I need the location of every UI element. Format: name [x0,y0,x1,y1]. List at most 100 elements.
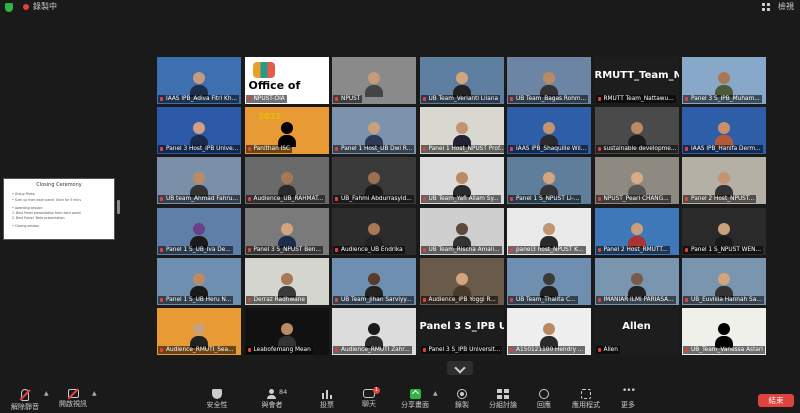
participant-video-tile[interactable]: UB_Euvillia Hannah Sa... [682,257,766,305]
participant-video-tile[interactable]: Panel 3 S_NPUST Ben... [244,207,329,255]
participant-video-tile[interactable]: Office of NPUST-OIA [244,57,329,104]
unmute-button[interactable]: 解除靜音 [0,387,50,412]
participant-video-tile[interactable]: UB_Team_Vanessa Astari [682,308,766,355]
security-button[interactable]: 安全性 [192,387,242,410]
participant-name-tag: panel3 host_NPUST K... [508,245,586,254]
participant-video-tile[interactable]: UB Team_Yafi Allam Sy... [419,157,504,205]
security-shield-icon[interactable] [5,3,13,12]
more-icon [622,386,635,399]
virtual-background-year: 2021 [258,112,281,122]
shared-screen-thumbnail[interactable]: Closing Ceremony • Group Photo • Sum up … [3,178,115,240]
participant-name-tag: Panel 1 Host_UB Dwi R... [333,145,415,154]
recording-icon [23,4,29,10]
participant-video-tile[interactable]: RMUTT_Team_N... RMUTT Team_Nattawu... [594,57,679,104]
end-meeting-button[interactable]: 結束 [758,394,794,407]
participant-video-tile[interactable]: IAAS IPB_Adiva Fitri Kh... [157,57,241,104]
participant-video-tile[interactable]: NPUST_Pearl CHANG... [594,157,679,205]
participant-name-tag: UB Team_Jihan Sarviyy... [333,295,414,304]
participant-video-tile[interactable]: Audience_UB Endrika [332,207,416,255]
participant-video-tile[interactable]: UB_Fahmi Abdurrasyid... [332,157,416,205]
participant-video-tile[interactable]: IAAS IPB_Hanifa Derm... [682,107,766,155]
participant-video-tile[interactable]: UB team_Ahmad Fahru... [157,157,241,205]
participants-button[interactable]: 84 與會者 [247,387,297,410]
participant-name-tag: Audience_IPB Yoggi R... [420,295,498,304]
participant-video-tile[interactable]: sustainable developme... [594,107,679,155]
participant-video-tile[interactable]: Panel 1 Host_UB Dwi R... [332,107,416,155]
more-button[interactable]: 更多 [603,386,653,410]
participant-video-tile[interactable]: Panel 1 S_UB_Iva De... [157,207,241,255]
participant-video-tile[interactable]: Audience_UB_RAHMAT... [244,157,329,205]
participant-video-tile[interactable]: Panel 1 Host_NPUST Prof... [419,107,504,155]
participant-video-tile[interactable]: 2021 Panithan ISC [244,107,329,155]
video-options-caret-icon[interactable]: ▲ [92,390,97,397]
participant-video-tile[interactable]: Panel 2 Host_NPUST... [682,157,766,205]
participant-video-tile[interactable]: Allen Allen [594,308,679,355]
shared-screen-line: 1. Best Panel presentation from each pan… [12,211,81,215]
participant-video-tile[interactable]: IMANIAR ILMI PARIASA... [594,257,679,305]
participant-video-tile[interactable]: Audience_RMUTI Zahr... [332,308,416,355]
participants-label: 與會者 [261,401,283,409]
participant-silhouette [365,72,383,98]
reaction-icon [539,389,549,399]
microphone-muted-icon [21,389,29,401]
participant-display-name: Panel 3 S_IPB U... [419,321,504,332]
participant-video-tile[interactable]: NPUST [332,57,416,104]
share-screen-icon [409,389,421,399]
participant-video-tile[interactable]: UB Team_Rischa Amali... [419,207,504,255]
participant-video-tile[interactable]: UB Team_Thalita C... [507,257,591,305]
participant-name-tag: Panel 1 S_NPUST Li-... [508,195,582,204]
participant-name-tag: Panel 2 Host_NPUST... [683,195,757,204]
shared-screen-line: • Group Photo [12,192,35,196]
participant-video-tile[interactable]: A150121100 Hendry ... [507,308,591,355]
participant-video-tile[interactable]: IAAS IPB_Shaquille Wil... [507,107,591,155]
participant-video-tile[interactable]: Leabofemang Mean [244,308,329,355]
participant-video-tile[interactable]: Audience_RMUTI_Sea... [157,308,241,355]
participant-name-tag: Allen [595,346,620,354]
participant-name-tag: sustainable developme... [595,145,679,154]
participants-count: 84 [279,388,288,396]
participant-video-tile[interactable]: UB Team_Verianti Liiana [419,57,504,104]
participant-video-tile[interactable]: Panel 3 S_IPB U... Panel 3 S_IPB Universi… [419,308,504,355]
participant-video-tile[interactable]: Panel 2 Host_RMUTT... [594,207,679,255]
participant-video-tile[interactable]: Panel 1 S_UB Heru N... [157,257,241,305]
start-video-label: 開啟視訊 [59,400,87,408]
participant-video-tile[interactable]: Derraz Radhwane [244,257,329,305]
panel-resize-handle[interactable] [117,200,120,214]
participant-name-tag: Panel 1 S_UB_Iva De... [158,245,233,254]
participant-display-name: RMUTT_Team_N... [594,70,679,81]
participant-name-tag: Panel 3 S_IPB Universit... [420,346,503,354]
participant-name-tag: UB Team_Verianti Liiana [420,95,501,103]
chat-button[interactable]: 1 聊天 [344,387,394,409]
participant-video-tile[interactable]: UB Team_Bagas Rohm... [507,57,591,104]
participant-video-tile[interactable]: Audience_IPB Yoggi R... [419,257,504,305]
participant-video-tile[interactable]: Panel 3 S_IPB_Muham... [682,57,766,104]
participant-name-tag: Audience_UB Endrika [333,245,405,254]
participant-name-tag: UB team_Ahmad Fahru... [158,195,240,204]
more-label: 更多 [621,401,635,409]
shield-icon [212,389,222,399]
chat-badge: 1 [373,387,380,394]
participant-name-tag: Audience_RMUTI Zahr... [333,346,412,354]
record-icon [457,389,467,399]
participant-video-tile[interactable]: Panel 1 S_NPUST WEN... [682,207,766,255]
logo-text: Office of [248,79,301,92]
participant-name-tag: UB_Euvillia Hannah Sa... [683,295,764,304]
view-button[interactable]: 檢視 [778,1,794,12]
participant-video-tile[interactable]: Panel 1 S_NPUST Li-... [507,157,591,205]
participants-icon: 84 [266,388,287,399]
participant-video-tile[interactable]: panel3 host_NPUST K... [507,207,591,255]
participant-name-tag: Audience_UB_RAHMAT... [245,195,326,204]
participant-name-tag: A150121100 Hendry ... [508,346,586,354]
participant-video-tile[interactable]: UB Team_Jihan Sarviyy... [332,257,416,305]
view-grid-icon[interactable] [762,3,770,11]
participant-name-tag: IMANIAR ILMI PARIASA... [595,295,676,304]
participant-name-tag: UB_Fahmi Abdurrasyid... [333,195,414,204]
start-video-button[interactable]: 開啟視訊 [48,387,98,409]
participant-video-tile[interactable]: Panel 3 Host_IPB Unive... [157,107,241,155]
participant-name-tag: IAAS IPB_Hanifa Derm... [683,145,763,154]
unmute-label: 解除靜音 [11,403,39,411]
breakout-rooms-icon [497,389,509,399]
gallery-next-page-button[interactable] [447,361,473,375]
share-screen-label: 分享畫面 [401,401,429,409]
participant-name-tag: Panel 3 S_IPB_Muham... [683,95,762,103]
